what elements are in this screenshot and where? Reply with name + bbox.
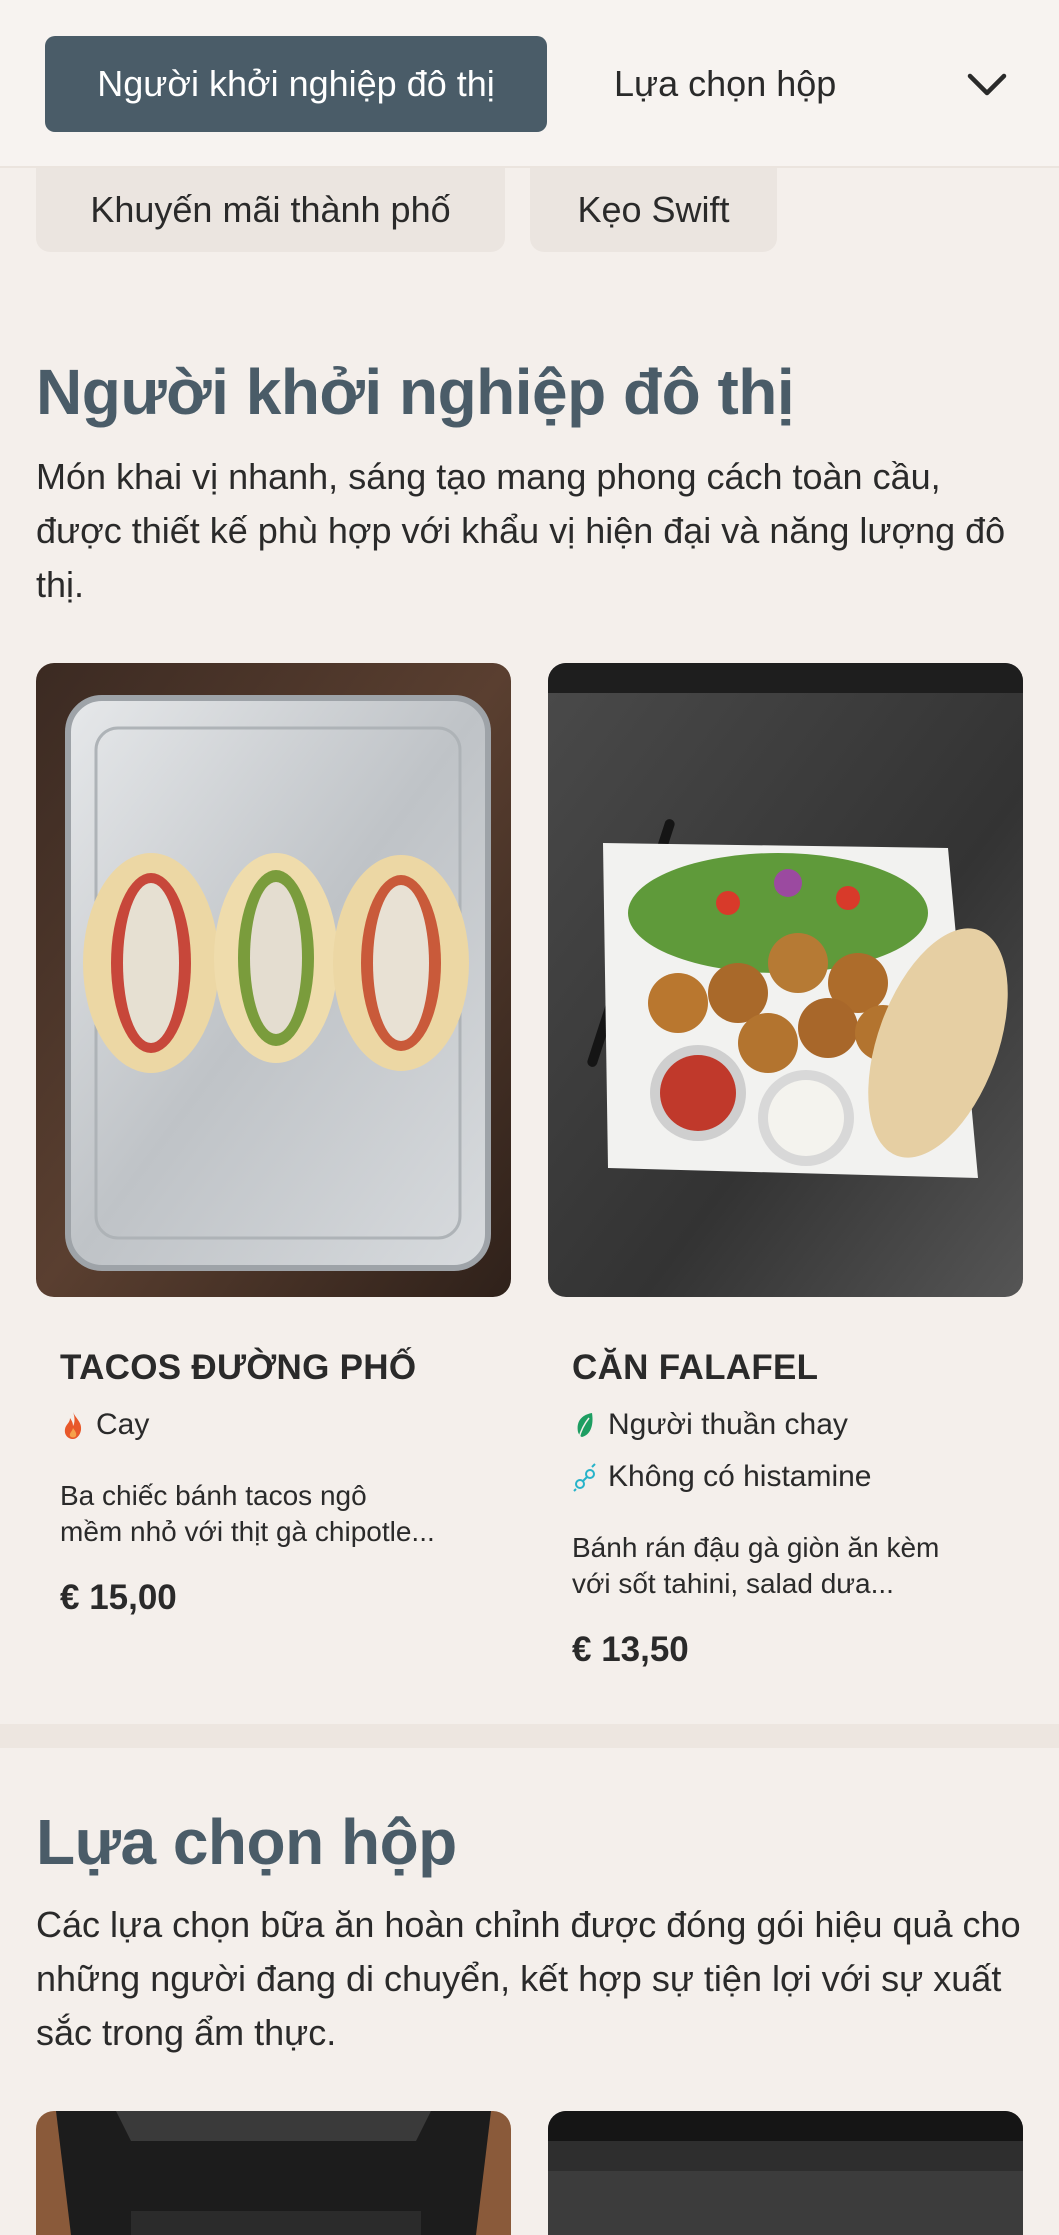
leaf-icon (577, 1413, 593, 1439)
histamine-free-icon (573, 1463, 596, 1492)
item-price: € 13,50 (572, 1630, 689, 1669)
box-2-image (548, 2111, 1023, 2235)
tab-urban-starters[interactable]: Người khởi nghiệp đô thị (45, 36, 547, 132)
section-title-box-choices: Lựa chọn hộp (36, 1806, 457, 1878)
chip-swift-candy[interactable]: Kẹo Swift (530, 168, 777, 252)
tag-spicy-label: Cay (96, 1408, 150, 1441)
menu-card-box-2[interactable] (548, 2111, 1023, 2235)
item-description-line2: mềm nhỏ với thịt gà chipotle... (60, 1516, 435, 1547)
tag-vegan: Người thuần chay (572, 1408, 848, 1442)
tacos-image (36, 663, 511, 1297)
tag-histamine-free-label: Không có histamine (608, 1460, 872, 1493)
tag-histamine-free: Không có histamine (572, 1460, 872, 1494)
top-nav: Người khởi nghiệp đô thị Lựa chọn hộp (0, 0, 1059, 168)
item-description-line1: Ba chiếc bánh tacos ngô (60, 1480, 367, 1511)
falafel-image (548, 663, 1023, 1297)
section-description: Món khai vị nhanh, sáng tạo mang phong c… (36, 456, 1006, 605)
chip-city-promo[interactable]: Khuyến mãi thành phố (36, 168, 505, 252)
item-price: € 15,00 (60, 1578, 177, 1617)
menu-card-tacos[interactable]: TACOS ĐƯỜNG PHỐ Cay Ba chiếc bánh tacos … (36, 663, 511, 1617)
section-divider (0, 1724, 1059, 1748)
chip-city-promo-label: Khuyến mãi thành phố (90, 189, 451, 230)
tab-box-choices-label: Lựa chọn hộp (614, 63, 837, 104)
tab-urban-starters-label: Người khởi nghiệp đô thị (97, 63, 495, 104)
chip-swift-candy-label: Kẹo Swift (577, 189, 730, 230)
section-description: Các lựa chọn bữa ăn hoàn chỉnh được đóng… (36, 1904, 1021, 2053)
item-description-line2: với sốt tahini, salad dưa... (572, 1568, 894, 1599)
box-1-image (36, 2111, 511, 2235)
category-chips: Khuyến mãi thành phố Kẹo Swift (0, 168, 1059, 254)
tag-spicy: Cay (60, 1408, 149, 1442)
item-description: Bánh rán đậu gà giòn ăn kèm với sốt tahi… (572, 1530, 1002, 1602)
tab-box-choices[interactable]: Lựa chọn hộp (614, 36, 836, 132)
section-title-urban-starters: Người khởi nghiệp đô thị (36, 356, 795, 428)
item-description: Ba chiếc bánh tacos ngô mềm nhỏ với thịt… (60, 1478, 490, 1550)
item-description-line1: Bánh rán đậu gà giòn ăn kèm (572, 1532, 940, 1563)
item-name: CĂN FALAFEL (572, 1348, 819, 1387)
tag-vegan-label: Người thuần chay (608, 1408, 848, 1441)
menu-card-box-1[interactable] (36, 2111, 511, 2235)
chevron-down-icon[interactable] (962, 60, 1012, 110)
menu-card-falafel[interactable]: CĂN FALAFEL Người thuần chay Không có hi… (548, 663, 1023, 1669)
item-name: TACOS ĐƯỜNG PHỐ (60, 1348, 417, 1387)
flame-icon (64, 1412, 82, 1439)
